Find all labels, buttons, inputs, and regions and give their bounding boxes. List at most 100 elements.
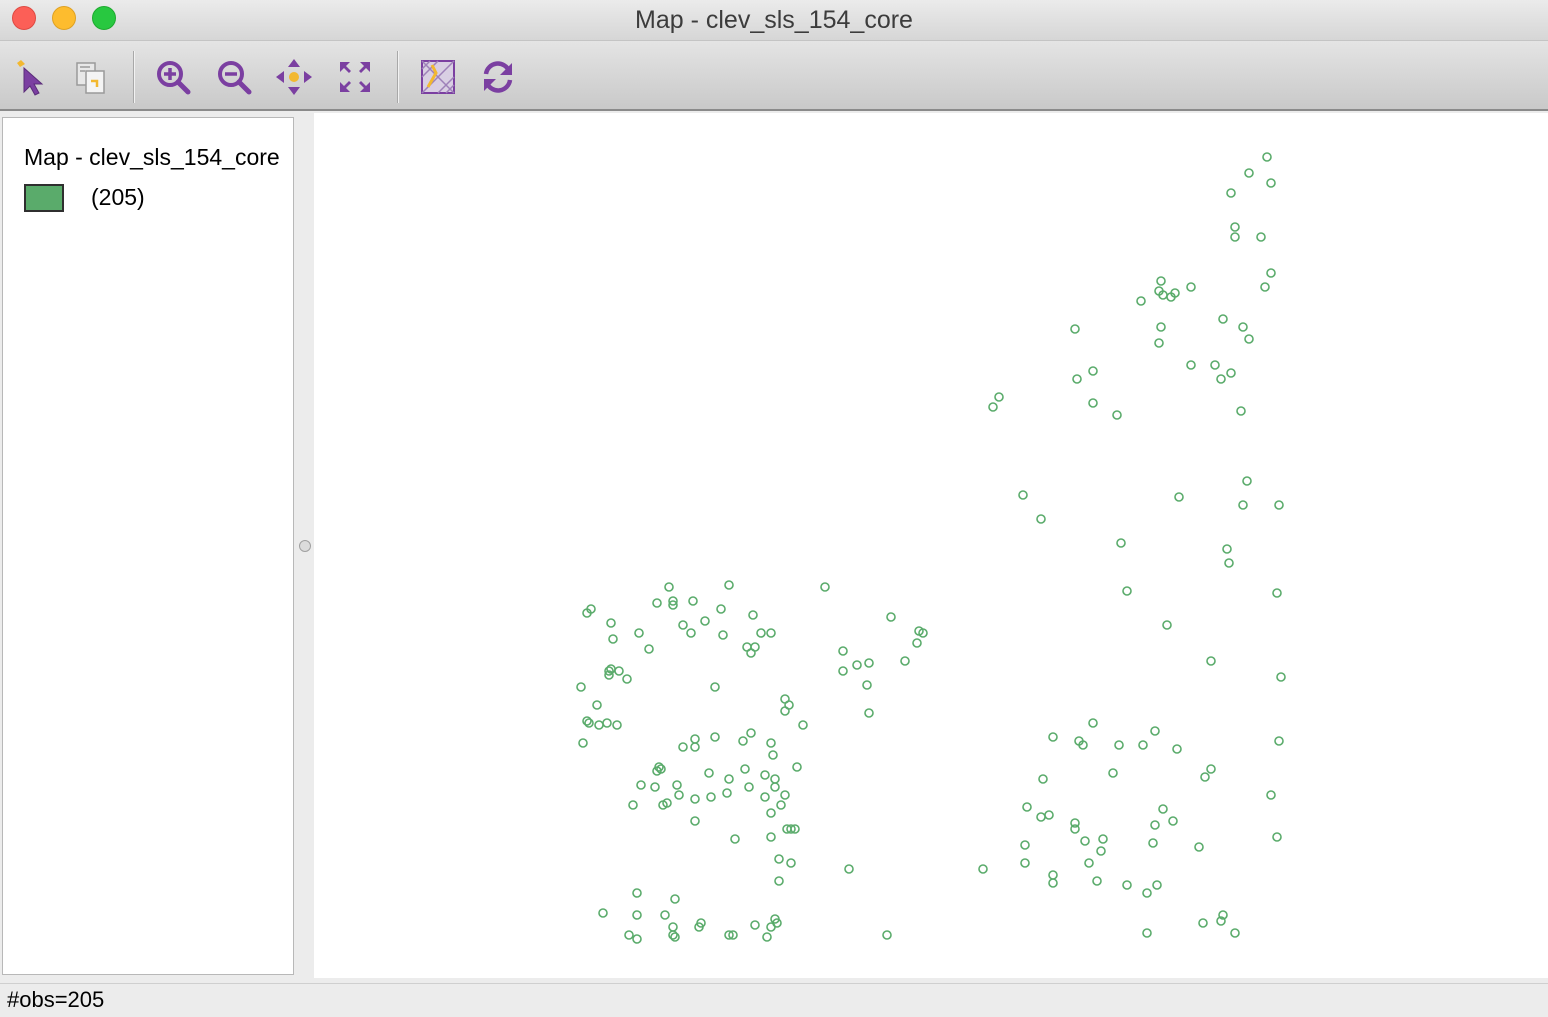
map-point[interactable] — [668, 922, 678, 932]
map-point[interactable] — [1260, 282, 1270, 292]
map-point[interactable] — [1266, 790, 1276, 800]
map-point[interactable] — [724, 774, 734, 784]
map-point[interactable] — [746, 728, 756, 738]
map-point[interactable] — [838, 666, 848, 676]
map-point[interactable] — [730, 834, 740, 844]
map-point[interactable] — [664, 582, 674, 592]
zoom-in-button[interactable] — [151, 55, 195, 99]
map-point[interactable] — [1206, 764, 1216, 774]
map-point[interactable] — [686, 628, 696, 638]
map-point[interactable] — [716, 604, 726, 614]
map-point[interactable] — [1230, 222, 1240, 232]
map-point[interactable] — [1150, 726, 1160, 736]
map-point[interactable] — [1088, 398, 1098, 408]
map-point[interactable] — [690, 742, 700, 752]
map-point[interactable] — [1122, 880, 1132, 890]
map-point[interactable] — [1230, 232, 1240, 242]
map-point[interactable] — [1218, 314, 1228, 324]
map-point[interactable] — [624, 930, 634, 940]
map-point[interactable] — [668, 930, 678, 940]
map-point[interactable] — [706, 792, 716, 802]
map-point[interactable] — [608, 634, 618, 644]
map-point[interactable] — [688, 596, 698, 606]
map-point[interactable] — [584, 718, 594, 728]
map-point[interactable] — [774, 876, 784, 886]
legend-color-swatch[interactable] — [24, 184, 64, 212]
map-point[interactable] — [632, 910, 642, 920]
map-point[interactable] — [578, 738, 588, 748]
map-point[interactable] — [704, 768, 714, 778]
map-point[interactable] — [1216, 374, 1226, 384]
map-point[interactable] — [768, 750, 778, 760]
map-point[interactable] — [766, 738, 776, 748]
point-map[interactable] — [314, 113, 1548, 978]
map-point[interactable] — [700, 616, 710, 626]
map-point[interactable] — [1048, 878, 1058, 888]
map-point[interactable] — [1020, 840, 1030, 850]
zoom-out-button[interactable] — [212, 55, 256, 99]
map-point[interactable] — [780, 790, 790, 800]
basemap-button[interactable] — [416, 55, 460, 99]
map-point[interactable] — [1088, 366, 1098, 376]
map-point[interactable] — [1088, 718, 1098, 728]
selection-shape-tool-button[interactable] — [69, 55, 113, 99]
map-point[interactable] — [1018, 490, 1028, 500]
map-point[interactable] — [1142, 888, 1152, 898]
map-point[interactable] — [678, 742, 688, 752]
map-point[interactable] — [582, 716, 592, 726]
map-point[interactable] — [1156, 322, 1166, 332]
map-point[interactable] — [1162, 620, 1172, 630]
map-point[interactable] — [1272, 588, 1282, 598]
map-point[interactable] — [612, 720, 622, 730]
map-point[interactable] — [776, 800, 786, 810]
map-point[interactable] — [632, 888, 642, 898]
map-point[interactable] — [598, 908, 608, 918]
map-point[interactable] — [864, 658, 874, 668]
map-point[interactable] — [844, 864, 854, 874]
map-point[interactable] — [750, 920, 760, 930]
map-point[interactable] — [760, 770, 770, 780]
map-point[interactable] — [1256, 232, 1266, 242]
map-point[interactable] — [912, 638, 922, 648]
map-point[interactable] — [1224, 558, 1234, 568]
map-point[interactable] — [1084, 858, 1094, 868]
map-point[interactable] — [1158, 804, 1168, 814]
map-point[interactable] — [602, 718, 612, 728]
map-point[interactable] — [1274, 500, 1284, 510]
map-point[interactable] — [1272, 832, 1282, 842]
map-point[interactable] — [1152, 880, 1162, 890]
map-point[interactable] — [1156, 276, 1166, 286]
map-point[interactable] — [1092, 876, 1102, 886]
map-point[interactable] — [670, 932, 680, 942]
map-point[interactable] — [756, 628, 766, 638]
map-point[interactable] — [1080, 836, 1090, 846]
map-point[interactable] — [622, 674, 632, 684]
map-point[interactable] — [1222, 544, 1232, 554]
map-point[interactable] — [1230, 928, 1240, 938]
map-point[interactable] — [792, 762, 802, 772]
map-point[interactable] — [738, 736, 748, 746]
map-point[interactable] — [1122, 586, 1132, 596]
map-point[interactable] — [1098, 834, 1108, 844]
map-point[interactable] — [882, 930, 892, 940]
map-point[interactable] — [1020, 858, 1030, 868]
map-point[interactable] — [634, 628, 644, 638]
map-point[interactable] — [1168, 816, 1178, 826]
map-point[interactable] — [864, 708, 874, 718]
map-point[interactable] — [1210, 360, 1220, 370]
map-point[interactable] — [644, 644, 654, 654]
map-point[interactable] — [1116, 538, 1126, 548]
map-point[interactable] — [900, 656, 910, 666]
map-point[interactable] — [1244, 334, 1254, 344]
map-point[interactable] — [1172, 744, 1182, 754]
map-point[interactable] — [760, 792, 770, 802]
map-point[interactable] — [1262, 152, 1272, 162]
map-point[interactable] — [690, 816, 700, 826]
map-point[interactable] — [1096, 846, 1106, 856]
map-canvas[interactable] — [314, 113, 1548, 978]
map-point[interactable] — [674, 790, 684, 800]
pan-button[interactable] — [272, 55, 316, 99]
map-point[interactable] — [606, 618, 616, 628]
map-point[interactable] — [1200, 772, 1210, 782]
map-point[interactable] — [690, 794, 700, 804]
